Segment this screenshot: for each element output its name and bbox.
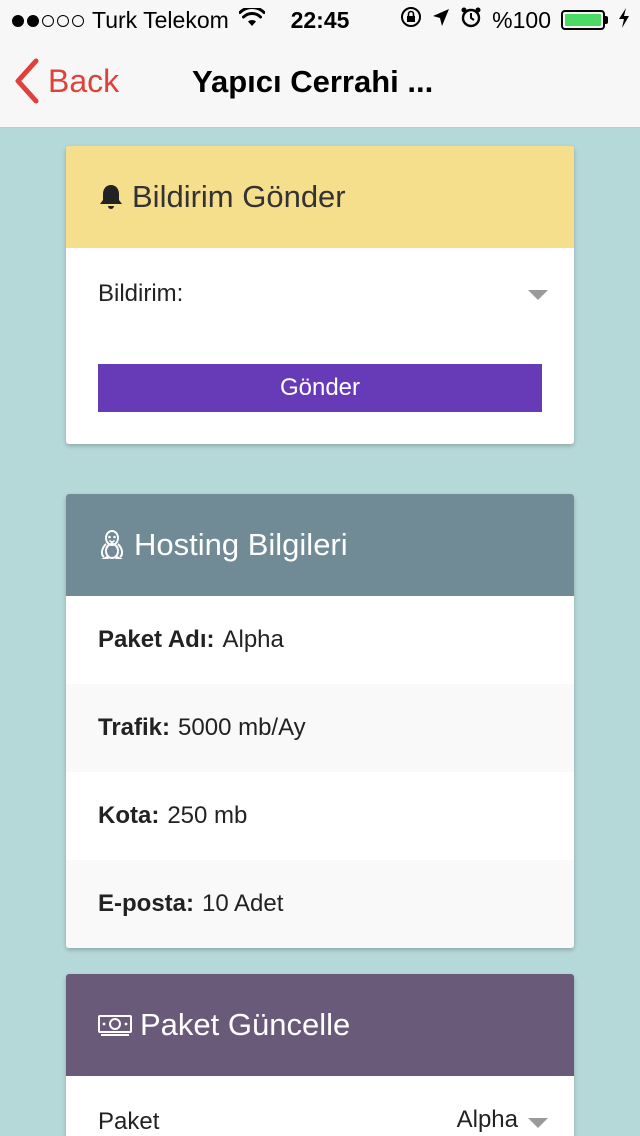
info-label: Trafik: (98, 714, 171, 741)
charging-icon (618, 7, 630, 34)
dropdown-caret-icon (528, 1118, 548, 1128)
navigation-bar: Back Yapıcı Cerrahi ... (0, 40, 640, 128)
rotation-lock-icon (400, 6, 422, 34)
chevron-left-icon (15, 58, 39, 104)
battery-percent: %100 (492, 6, 551, 33)
page-title: Yapıcı Cerrahi ... (192, 64, 434, 99)
package-select-value: Alpha (456, 1106, 518, 1133)
back-label: Back (48, 62, 120, 99)
notification-card: Bildirim Gönder Bildirim: Gönder (66, 146, 574, 444)
info-row-traffic: Trafik: 5000 mb/Ay (66, 684, 574, 772)
info-row-package: Paket Adı: Alpha (66, 596, 574, 684)
info-label: Kota: (98, 802, 160, 829)
info-value: 250 mb (167, 802, 248, 829)
notification-card-header: Bildirim Gönder (66, 146, 574, 248)
notification-card-title: Bildirim Gönder (132, 179, 346, 214)
package-select[interactable]: Paket Alpha (66, 1076, 574, 1136)
bell-icon (98, 183, 124, 211)
info-value: Alpha (222, 626, 284, 653)
info-row-quota: Kota: 250 mb (66, 772, 574, 860)
hosting-card: Hosting Bilgileri Paket Adı: Alpha Trafi… (66, 494, 574, 948)
package-select-label: Paket (98, 1108, 160, 1135)
back-button[interactable]: Back (14, 58, 119, 104)
send-button[interactable]: Gönder (98, 364, 542, 412)
package-update-card-title: Paket Güncelle (140, 1007, 351, 1042)
package-update-card: Paket Güncelle Paket Alpha (66, 974, 574, 1136)
info-value: 10 Adet (202, 890, 284, 917)
location-icon (432, 7, 450, 34)
hosting-card-title: Hosting Bilgileri (134, 527, 348, 562)
status-right: %100 (400, 6, 630, 34)
status-bar: Turk Telekom 22:45 %100 (0, 0, 640, 40)
hosting-card-header: Hosting Bilgileri (66, 494, 574, 596)
battery-icon (561, 10, 608, 30)
alarm-icon (460, 6, 482, 34)
info-row-email: E-posta: 10 Adet (66, 860, 574, 948)
money-icon (98, 1013, 132, 1037)
dropdown-caret-icon (528, 290, 548, 300)
package-update-card-header: Paket Güncelle (66, 974, 574, 1076)
notification-select[interactable]: Bildirim: (66, 248, 574, 340)
notification-select-label: Bildirim: (98, 280, 184, 307)
info-label: Paket Adı: (98, 626, 215, 653)
linux-icon (98, 529, 126, 561)
info-label: E-posta: (98, 890, 194, 917)
info-value: 5000 mb/Ay (178, 714, 306, 741)
